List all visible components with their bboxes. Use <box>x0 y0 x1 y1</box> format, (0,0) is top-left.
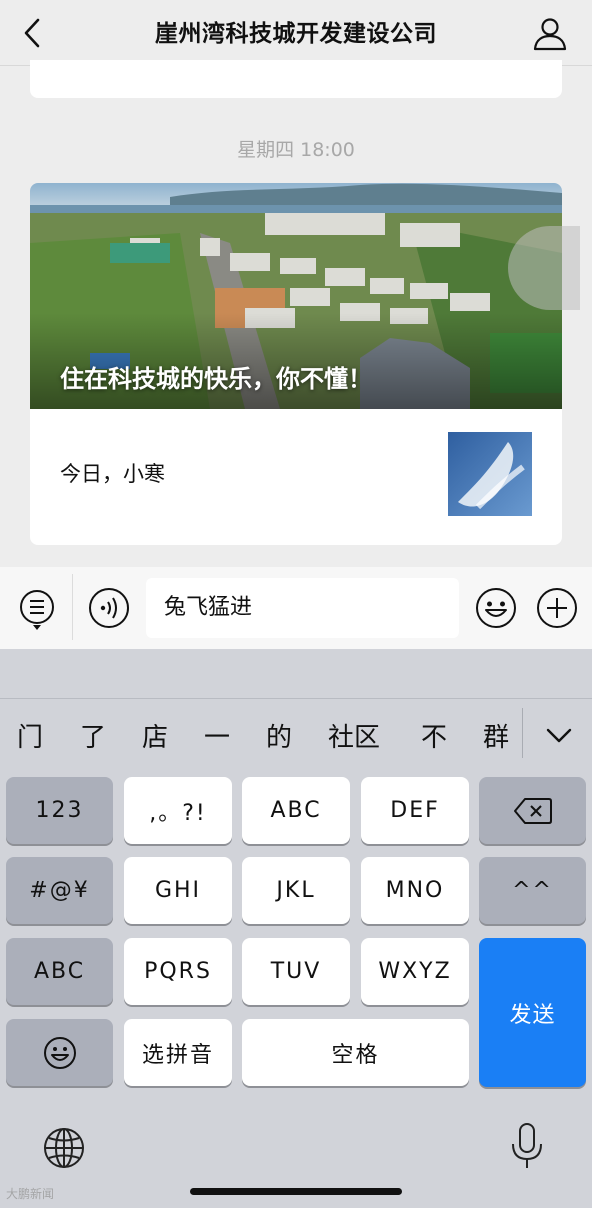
key-abc-switch[interactable]: ABC <box>6 938 113 1005</box>
candidate-word[interactable]: 一 <box>204 720 230 756</box>
key-ghi[interactable]: GHI <box>124 857 232 924</box>
article-cover-image[interactable]: 住在科技城的快乐，你不懂！ <box>30 183 562 409</box>
delete-key[interactable] <box>479 777 586 844</box>
candidate-word[interactable]: 门 <box>17 720 43 756</box>
backspace-icon <box>513 797 552 824</box>
key-symbols[interactable]: #@¥ <box>6 857 113 924</box>
key-def[interactable]: DEF <box>361 777 469 844</box>
key-jkl[interactable]: JKL <box>242 857 350 924</box>
emoji-icon[interactable] <box>474 586 518 630</box>
plus-icon[interactable] <box>535 586 579 630</box>
key-kaomoji[interactable]: ^^ <box>479 857 586 924</box>
emoji-key[interactable] <box>6 1019 113 1086</box>
globe-icon[interactable] <box>42 1126 86 1170</box>
key-mno[interactable]: MNO <box>361 857 469 924</box>
home-indicator[interactable] <box>190 1188 402 1195</box>
candidate-word[interactable]: 了 <box>80 720 106 756</box>
candidate-word[interactable]: 店 <box>142 720 168 756</box>
candidate-word[interactable]: 不 <box>421 720 447 756</box>
chat-title: 崖州湾科技城开发建设公司 <box>155 21 437 47</box>
article-thumbnail[interactable] <box>448 432 532 516</box>
person-icon[interactable] <box>530 14 570 54</box>
chevron-down-icon[interactable] <box>542 718 576 752</box>
candidate-word[interactable]: 的 <box>266 720 292 756</box>
emoji-icon <box>43 1036 76 1069</box>
article-cover-title: 住在科技城的快乐，你不懂！ <box>60 365 372 393</box>
previous-article-card[interactable] <box>30 60 562 98</box>
candidate-word[interactable]: 群 <box>483 720 509 756</box>
chevron-left-icon[interactable] <box>18 16 48 50</box>
article-card[interactable]: 住在科技城的快乐，你不懂！ 今日，小寒 <box>30 183 562 545</box>
candidate-divider <box>522 708 523 758</box>
menu-list-icon[interactable] <box>18 588 56 632</box>
input-bar-divider <box>72 574 73 640</box>
key-abc[interactable]: ABC <box>242 777 350 844</box>
candidate-word[interactable]: 社区 <box>328 720 380 756</box>
message-input[interactable]: 兔飞猛进 <box>146 578 459 638</box>
send-button[interactable]: 发送 <box>479 938 586 1087</box>
watermark: 大鹏新闻 <box>6 1187 55 1201</box>
message-timestamp: 星期四 18:00 <box>237 139 355 161</box>
key-wxyz[interactable]: WXYZ <box>361 938 469 1005</box>
article-sub-title[interactable]: 今日，小寒 <box>60 459 165 489</box>
key-123[interactable]: 123 <box>6 777 113 844</box>
space-key[interactable]: 空格 <box>242 1019 469 1086</box>
voice-icon[interactable] <box>88 587 130 629</box>
key-select-pinyin[interactable]: 选拼音 <box>124 1019 232 1086</box>
key-tuv[interactable]: TUV <box>242 938 350 1005</box>
key-pqrs[interactable]: PQRS <box>124 938 232 1005</box>
key-punctuation[interactable]: ,。?! <box>124 777 232 844</box>
microphone-icon[interactable] <box>508 1122 546 1172</box>
